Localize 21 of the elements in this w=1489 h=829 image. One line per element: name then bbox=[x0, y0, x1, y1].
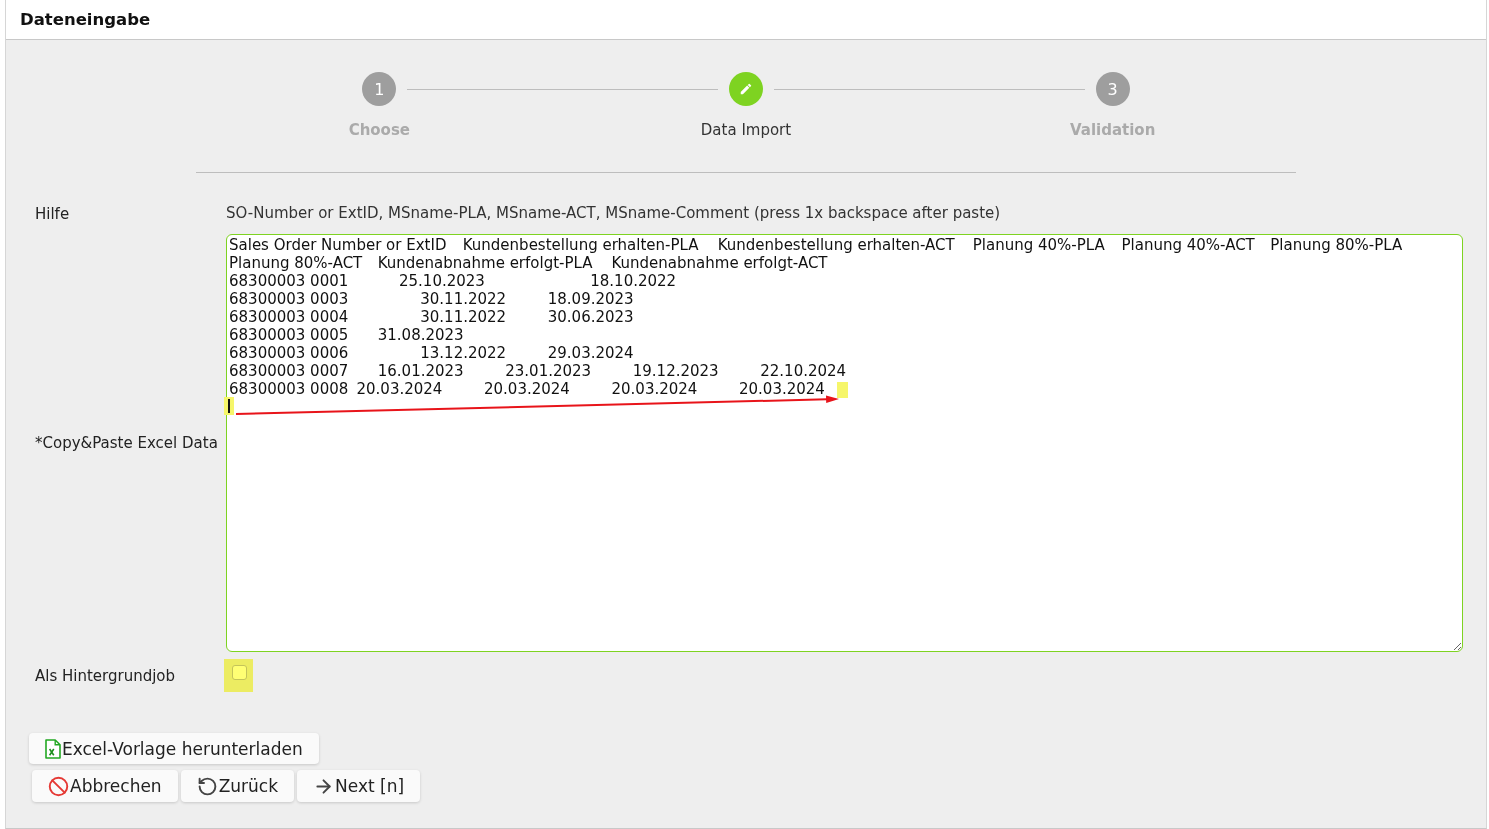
download-template-button[interactable]: Excel-Vorlage herunterladen bbox=[29, 733, 319, 764]
help-text: SO-Number or ExtID, MSname-PLA, MSname-ACT, MSname-Comment (press 1x backspace after paste) bbox=[226, 204, 1001, 222]
highlight-icon bbox=[837, 382, 848, 398]
step-number: 1 bbox=[362, 72, 397, 106]
undo-icon bbox=[196, 775, 218, 797]
step-label: Validation bbox=[1069, 121, 1156, 139]
spreadsheet-file-icon bbox=[45, 738, 61, 759]
field-label: *Copy&Paste Excel Data bbox=[35, 434, 218, 452]
cancel-button[interactable]: Abbrechen bbox=[32, 770, 178, 802]
step-label: Choose bbox=[348, 121, 411, 139]
field-label: Hilfe bbox=[35, 204, 70, 223]
prohibited-icon bbox=[48, 775, 69, 797]
step-label: Data Import bbox=[700, 121, 792, 139]
cursor-highlight-icon bbox=[224, 397, 234, 415]
paste-data-field[interactable]: Sales Order Number or ExtID Kundenbestellung erhalten-PLA Kundenbestellung erhalten-ACT Planung 40%-PLA Planung 40%-ACT Planung 80%-PLA Planung 80%-ACT Kundenabnahme erfolgt-PLA Kundenabnahme erfolgt-ACT 68300003 0001 25.10.2023 18.10.2022 68300003 0003 30.11.2022 18.09.2023 68300003 0004 30.11.2022 30.06.2023 68300003 0005 31.08.2023 68300003 0006 13.12.2022 29.03.2024 68300003 0007 16.01.2023 23.01.2023 19.12.2023 22.10.2024 68300003 0008 20.03.2024 20.03.2024 20.03.2024 20.03.2024 bbox=[226, 234, 1463, 652]
next-button[interactable]: Next [n] bbox=[297, 770, 421, 802]
checkbox[interactable] bbox=[232, 665, 247, 680]
back-button[interactable]: Zurück bbox=[180, 770, 295, 802]
window-title: Dateneingabe bbox=[20, 9, 151, 30]
step-number: 3 bbox=[1095, 72, 1130, 106]
field-label: Als Hintergrundjob bbox=[35, 666, 176, 685]
